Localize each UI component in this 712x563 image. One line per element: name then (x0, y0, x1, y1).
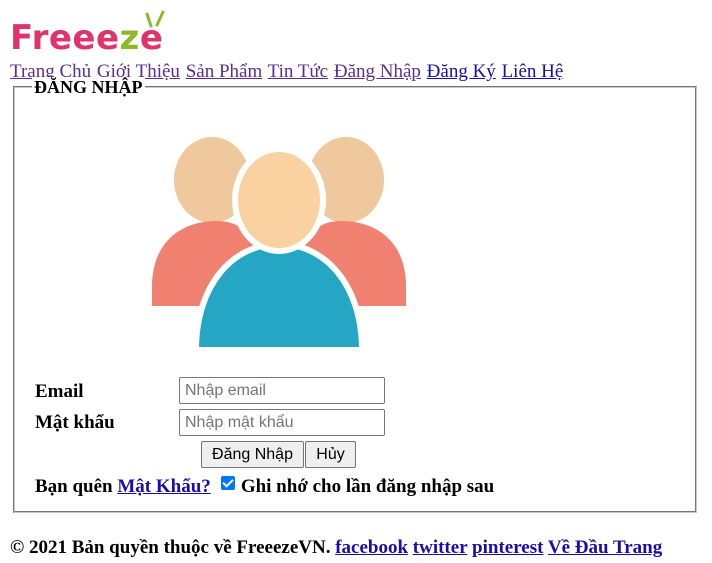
back-to-top-link[interactable]: Về Đầu Trang (548, 537, 662, 558)
password-label: Mật khẩu (35, 412, 115, 433)
logo-letter: e (139, 18, 164, 58)
footer-link-facebook[interactable]: facebook (335, 537, 408, 558)
logo-letter: e (48, 18, 73, 58)
email-input[interactable] (179, 377, 385, 404)
footer-link-twitter[interactable]: twitter (413, 537, 468, 558)
nav-link-login[interactable]: Đăng Nhập (334, 61, 421, 82)
forgot-prefix: Bạn quên (35, 476, 113, 497)
login-legend: ĐĂNG NHẬP (32, 77, 145, 97)
logo-wordmark: Freeeze (10, 18, 163, 58)
nav-link-news[interactable]: Tin Tức (268, 61, 328, 82)
freeeze-logo[interactable]: Freeeze (10, 8, 190, 58)
copyright-text: © 2021 Bản quyền thuộc về FreeezeVN. (10, 537, 331, 558)
logo-letter: z (119, 18, 140, 58)
forgot-password-link[interactable]: Mật Khẩu? (117, 476, 210, 497)
login-button[interactable]: Đăng Nhập (201, 441, 304, 468)
forgot-remember-row: Bạn quên Mật Khẩu? Ghi nhớ cho lần đăng n… (35, 475, 494, 499)
nav-link-products[interactable]: Sản Phẩm (186, 61, 263, 82)
footer: © 2021 Bản quyền thuộc về FreeezeVN. fac… (10, 536, 662, 560)
logo-letter: F (10, 18, 32, 58)
logo-letter: r (31, 18, 49, 58)
remember-label: Ghi nhớ cho lần đăng nhập sau (240, 476, 495, 497)
nav-link-register[interactable]: Đăng Ký (427, 61, 496, 82)
footer-link-pinterest[interactable]: pinterest (472, 537, 543, 558)
logo-letter: e (72, 18, 96, 58)
nav-link-contact[interactable]: Liên Hệ (502, 61, 564, 82)
logo-letter: e (95, 18, 120, 58)
email-label: Email (35, 381, 84, 402)
cancel-button[interactable]: Hủy (305, 441, 356, 468)
password-input[interactable] (179, 409, 385, 436)
users-group-icon (152, 136, 406, 350)
remember-checkbox[interactable] (220, 476, 235, 490)
login-form: ĐĂNG NHẬP Email Mật khẩu Đăng Nhập Hủy B… (13, 77, 697, 513)
